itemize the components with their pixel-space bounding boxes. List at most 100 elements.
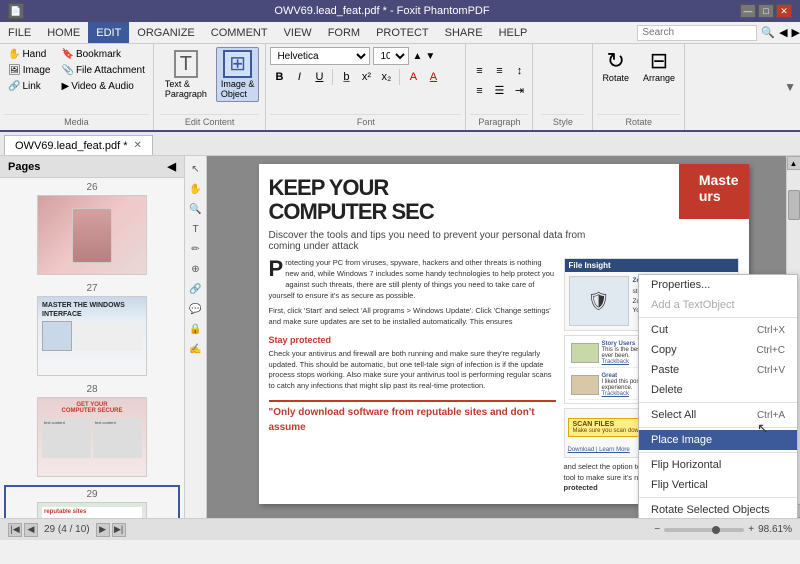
align-left-button[interactable]: ≡: [470, 62, 488, 80]
indent-button[interactable]: ⇥: [510, 82, 528, 100]
arrange-button[interactable]: ⊟ Arrange: [638, 47, 680, 86]
document-tab[interactable]: OWV69.lead_feat.pdf * ✕: [4, 135, 153, 155]
ctx-delete[interactable]: Delete: [639, 380, 797, 400]
ctx-select-all-shortcut: Ctrl+A: [757, 410, 785, 421]
underline-button[interactable]: U: [310, 68, 328, 86]
align-right-button[interactable]: ≡: [470, 82, 488, 100]
link-tool[interactable]: 🔗: [187, 280, 205, 298]
comment-tool[interactable]: 💬: [187, 300, 205, 318]
sidebar-collapse-icon[interactable]: ◀: [168, 160, 176, 173]
page-thumb-28[interactable]: 28 GET YOURCOMPUTER SECURE text content …: [4, 384, 180, 477]
image-object-button[interactable]: ⊞ Image &Object: [216, 47, 260, 102]
image-button[interactable]: 🖼 Image: [4, 63, 55, 78]
font-highlight-button[interactable]: A̲: [424, 68, 442, 86]
ctx-properties[interactable]: Properties...: [639, 275, 797, 295]
first-page-button[interactable]: |◀: [8, 523, 22, 537]
stamp-tool[interactable]: ⊕: [187, 260, 205, 278]
tab-close-button[interactable]: ✕: [134, 140, 142, 151]
ctx-add-textobject: Add a TextObject: [639, 295, 797, 315]
sign-tool[interactable]: ✍: [187, 340, 205, 358]
align-center-button[interactable]: ≡: [490, 62, 508, 80]
maximize-button[interactable]: □: [758, 4, 774, 18]
page-thumb-26[interactable]: 26: [4, 182, 180, 275]
zoom-slider[interactable]: [664, 528, 744, 532]
separator2: [399, 69, 400, 85]
menu-home[interactable]: HOME: [39, 22, 88, 43]
style-content: [541, 47, 584, 114]
ctx-flip-vertical[interactable]: Flip Vertical: [639, 475, 797, 495]
scroll-up-button[interactable]: ▲: [787, 156, 800, 170]
zoom-tool[interactable]: 🔍: [187, 200, 205, 218]
select-tool[interactable]: ↖: [187, 160, 205, 178]
ctx-sep2: [639, 402, 797, 403]
line-spacing-button[interactable]: ↕: [510, 62, 528, 80]
ctx-paste[interactable]: Paste Ctrl+V: [639, 360, 797, 380]
scroll-handle[interactable]: [788, 190, 800, 220]
zoom-out-button[interactable]: −: [654, 524, 660, 535]
prev-page-button[interactable]: ◀: [24, 523, 38, 537]
menu-comment[interactable]: COMMENT: [203, 22, 276, 43]
lock-tool[interactable]: 🔒: [187, 320, 205, 338]
menu-help[interactable]: HELP: [491, 22, 536, 43]
zoom-in-button[interactable]: +: [748, 524, 754, 535]
close-button[interactable]: ✕: [776, 4, 792, 18]
menu-file[interactable]: FILE: [0, 22, 39, 43]
search-input[interactable]: [637, 25, 757, 41]
doc-title2: COMPUTER SEC: [269, 200, 739, 224]
bookmark-button[interactable]: 🔖 Bookmark: [58, 47, 149, 62]
ctx-select-all[interactable]: Select All Ctrl+A: [639, 405, 797, 425]
zoom-slider-handle[interactable]: [712, 526, 720, 534]
subscript-button[interactable]: x₂: [377, 68, 395, 86]
scan-download-link[interactable]: Download | Learn More: [568, 447, 630, 453]
font-size-up-icon[interactable]: ▲: [412, 51, 422, 62]
ctx-copy[interactable]: Copy Ctrl+C: [639, 340, 797, 360]
image-object-icon: ⊞: [223, 50, 252, 78]
menu-view[interactable]: VIEW: [276, 22, 320, 43]
search-next-icon[interactable]: ▶: [792, 26, 800, 39]
ribbon-scroll-right[interactable]: ▼: [784, 80, 796, 94]
bold-alt-button[interactable]: b̲: [337, 68, 355, 86]
ctx-cut[interactable]: Cut Ctrl+X: [639, 320, 797, 340]
font-size-select[interactable]: 10: [373, 47, 409, 65]
ctx-flip-horizontal-label: Flip Horizontal: [651, 459, 721, 471]
status-bar: |◀ ◀ 29 (4 / 10) ▶ ▶| − + 98.61%: [0, 518, 800, 540]
menu-form[interactable]: FORM: [320, 22, 368, 43]
page-thumb-29[interactable]: 29 reputable sites and don't assume prot…: [4, 485, 180, 518]
menu-protect[interactable]: PROTECT: [368, 22, 437, 43]
hand-tool-button[interactable]: ✋ Hand: [4, 47, 55, 62]
font-family-select[interactable]: Helvetica: [270, 47, 370, 65]
edit-content-group-label: Edit Content: [160, 114, 260, 127]
bold-button[interactable]: B: [270, 68, 288, 86]
menu-edit[interactable]: EDIT: [88, 22, 129, 43]
font-row2: B I U b̲ x² x₂ A A̲: [270, 68, 461, 86]
attachment-button[interactable]: 📎 File Attachment: [58, 63, 149, 78]
ctx-place-image[interactable]: Place Image: [639, 430, 797, 450]
hand-tool[interactable]: ✋: [187, 180, 205, 198]
ctx-place-image-label: Place Image: [651, 434, 712, 446]
font-size-down-icon[interactable]: ▼: [425, 51, 435, 62]
search-prev-icon[interactable]: ◀: [779, 26, 787, 39]
link-button[interactable]: 🔗 Link: [4, 79, 55, 94]
ctx-flip-horizontal[interactable]: Flip Horizontal: [639, 455, 797, 475]
text-paragraph-label: Text &Paragraph: [165, 79, 207, 99]
minimize-button[interactable]: —: [740, 4, 756, 18]
justify-button[interactable]: ☰: [490, 82, 508, 100]
media-buttons: ✋ Hand 🖼 Image 🔗 Link 🔖 Bookmark 📎 File …: [4, 47, 149, 114]
search-icon[interactable]: 🔍: [761, 26, 775, 39]
text-paragraph-button[interactable]: T Text &Paragraph: [160, 47, 212, 102]
rotate-button[interactable]: ↻ Rotate: [597, 47, 634, 86]
draw-tool[interactable]: ✏: [187, 240, 205, 258]
window-controls[interactable]: — □ ✕: [740, 4, 792, 18]
menu-share[interactable]: SHARE: [437, 22, 491, 43]
last-page-button[interactable]: ▶|: [112, 523, 126, 537]
italic-button[interactable]: I: [290, 68, 308, 86]
menu-organize[interactable]: ORGANIZE: [129, 22, 202, 43]
page-thumb-27[interactable]: 27 MASTER THE WINDOWS INTERFACE: [4, 283, 180, 376]
video-button[interactable]: ▶ Video & Audio: [58, 79, 149, 94]
superscript-button[interactable]: x²: [357, 68, 375, 86]
font-color-button[interactable]: A: [404, 68, 422, 86]
paragraph-buttons: ≡ ≡ ≡ ☰ ↕ ⇥: [470, 47, 528, 114]
ctx-rotate-selected[interactable]: Rotate Selected Objects: [639, 500, 797, 518]
next-page-button[interactable]: ▶: [96, 523, 110, 537]
text-tool[interactable]: T: [187, 220, 205, 238]
